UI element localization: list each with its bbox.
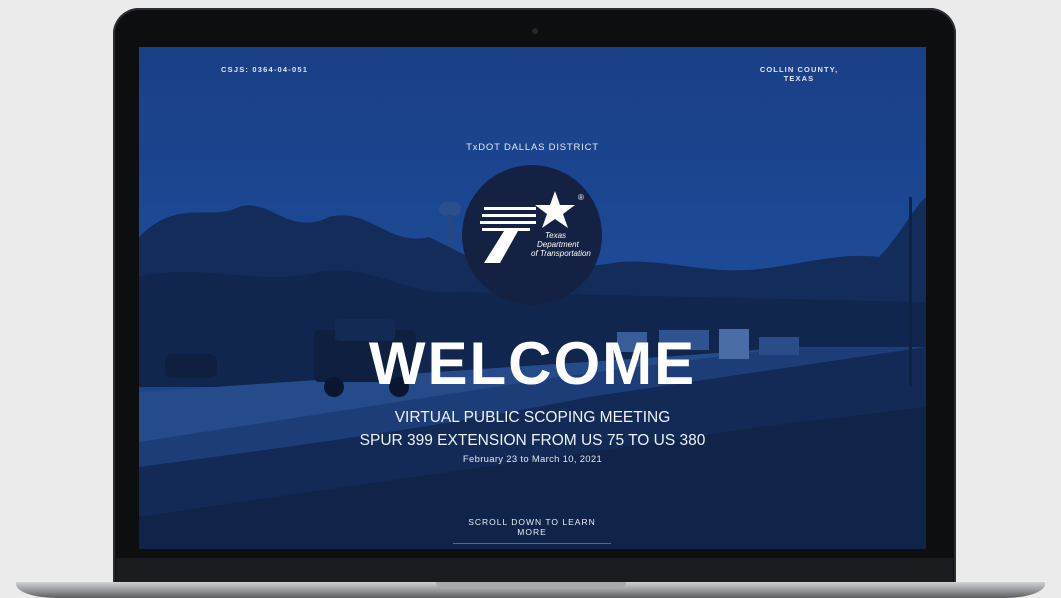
project-title: SPUR 399 EXTENSION FROM US 75 TO US 380 <box>359 432 706 449</box>
screen-bezel-bottom <box>116 558 953 582</box>
webcam-icon <box>532 28 538 34</box>
laptop-base-notch <box>436 582 626 589</box>
txdot-logo: ® Texas Department of Transportation <box>462 165 602 305</box>
logo-text-line-2: Department <box>537 240 579 249</box>
logo-text-line-1: Texas <box>545 231 567 240</box>
county-line-1: COLLIN COUNTY, <box>759 65 839 74</box>
csjs-number: CSJS: 0364-04-051 <box>221 65 309 74</box>
county-label: COLLIN COUNTY, TEXAS <box>757 65 841 83</box>
website-screen: CSJS: 0364-04-051 COLLIN COUNTY, TEXAS T… <box>139 47 926 549</box>
meeting-title: VIRTUAL PUBLIC SCOPING MEETING <box>394 409 671 426</box>
logo-text-line-3: of Transportation <box>531 249 591 258</box>
logo-wordmark: Texas Department of Transportation <box>531 231 591 258</box>
county-line-2: TEXAS <box>783 74 815 83</box>
meeting-dates: February 23 to March 10, 2021 <box>462 454 603 465</box>
welcome-heading: WELCOME <box>368 330 697 397</box>
scroll-down-link[interactable]: SCROLL DOWN TO LEARN MORE <box>453 517 611 544</box>
district-label: TxDOT DALLAS DISTRICT <box>466 142 599 153</box>
registered-mark: ® <box>578 193 584 202</box>
